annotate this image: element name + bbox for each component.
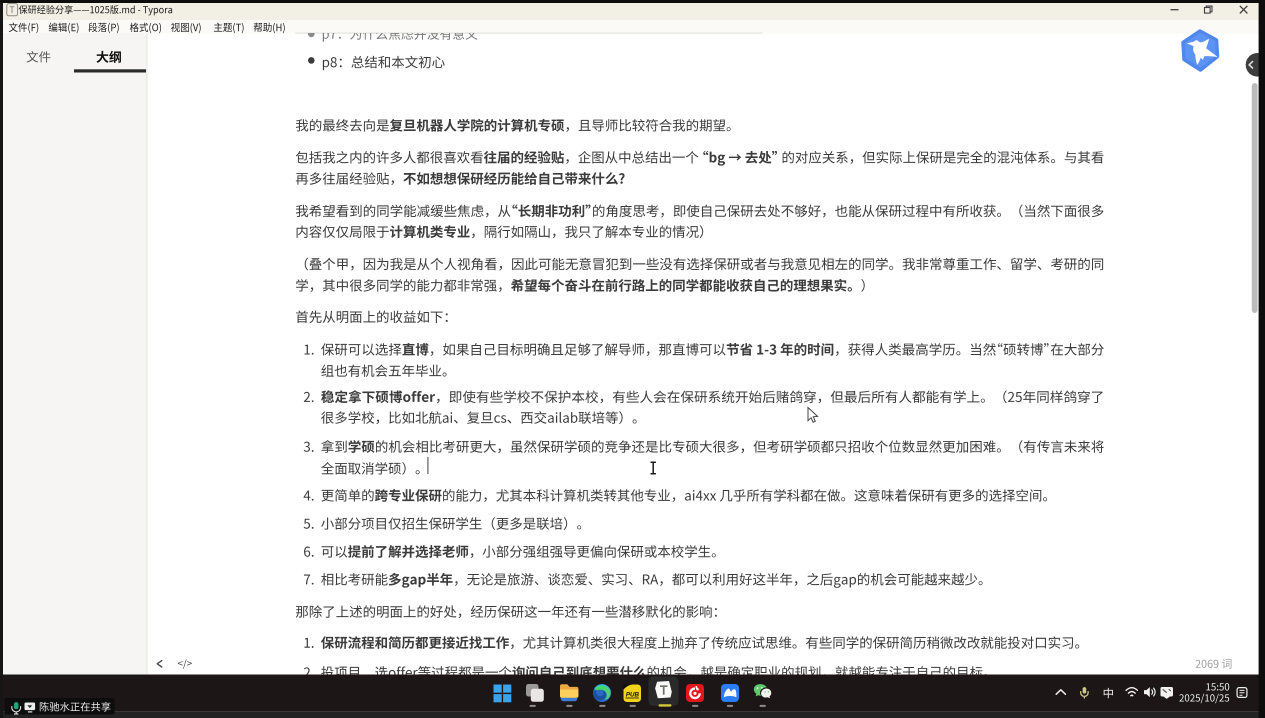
svg-text:PUB: PUB xyxy=(626,691,640,698)
